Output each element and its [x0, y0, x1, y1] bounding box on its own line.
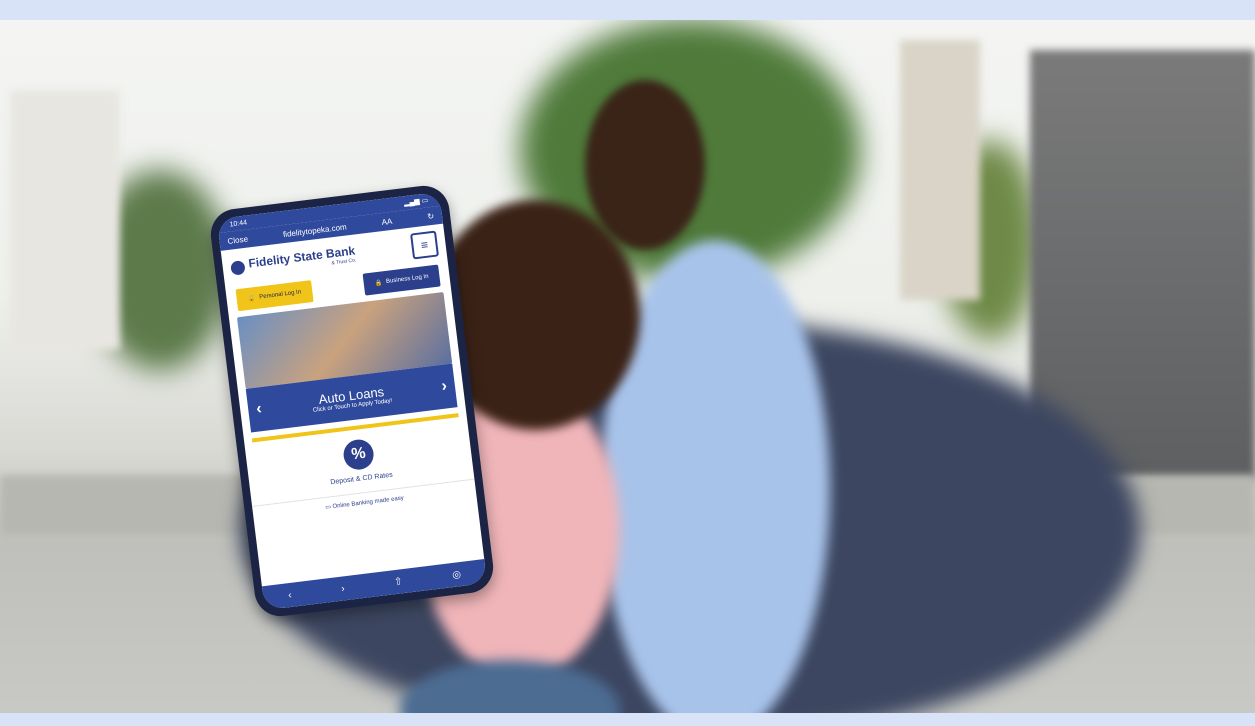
personal-login-label: Personal Log In [259, 289, 302, 301]
share-icon[interactable]: ⇧ [394, 576, 404, 588]
reload-icon[interactable]: ↻ [427, 211, 435, 221]
photo-background: 10:44 ▂▄▆ ▭ Close fidelitytopeka.com AA … [0, 20, 1255, 713]
chevron-right-icon[interactable]: › [441, 377, 448, 396]
chevron-left-icon[interactable]: ‹ [255, 400, 262, 419]
hero-text: Auto Loans Click or Touch to Apply Today… [311, 383, 393, 414]
phone-screen: 10:44 ▂▄▆ ▭ Close fidelitytopeka.com AA … [216, 191, 488, 611]
bank-logo-mark-icon [230, 260, 246, 276]
forward-icon[interactable]: › [341, 583, 346, 594]
lock-icon: 🔒 [374, 279, 383, 287]
compass-icon[interactable]: ◎ [452, 569, 462, 581]
bottom-border [0, 713, 1255, 726]
column-blur [900, 40, 980, 300]
percent-icon: % [341, 437, 376, 472]
building-left-blur [10, 90, 120, 350]
hamburger-menu-icon[interactable]: ≡ [410, 230, 440, 260]
phone-time: 10:44 [229, 218, 248, 229]
lock-icon: 🔒 [247, 295, 256, 303]
smartphone: 10:44 ▂▄▆ ▭ Close fidelitytopeka.com AA … [207, 182, 497, 620]
business-login-label: Business Log In [385, 273, 429, 285]
signal-battery-icon: ▂▄▆ ▭ [403, 197, 429, 208]
close-button[interactable]: Close [227, 234, 248, 245]
back-icon[interactable]: ‹ [288, 589, 293, 600]
bank-logo[interactable]: Fidelity State Bank & Trust Co. [230, 244, 357, 279]
top-border [0, 0, 1255, 20]
man-head [585, 80, 705, 250]
text-size-button[interactable]: AA [381, 216, 393, 226]
online-banking-label: Online Banking made easy [332, 495, 405, 511]
laptop-icon: ▭ [324, 504, 332, 512]
